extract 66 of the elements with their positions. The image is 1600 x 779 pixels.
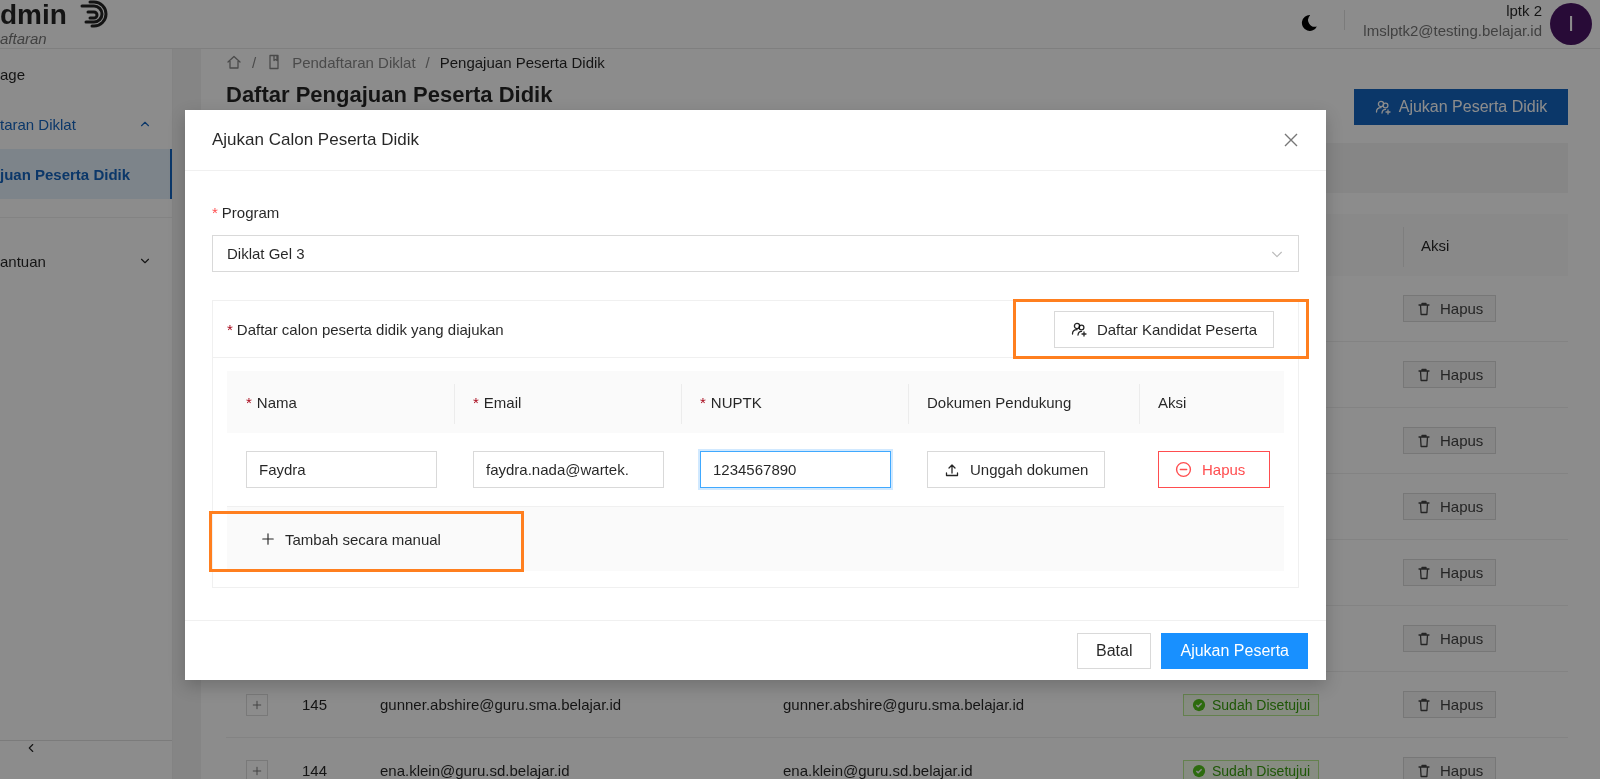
submit-students-button[interactable]: Ajukan Peserta Didik <box>1354 89 1568 125</box>
required-mark: * <box>227 320 233 338</box>
home-icon <box>226 54 242 70</box>
sidebar-item[interactable]: age <box>0 49 172 99</box>
column-header: NUPTK <box>710 393 762 411</box>
submit-button[interactable]: Ajukan Peserta <box>1161 632 1308 669</box>
section-label: Daftar calon peserta didik yang diajukan <box>236 320 504 338</box>
plus-icon <box>261 532 275 546</box>
close-icon[interactable] <box>1283 132 1299 148</box>
table-cell-text: ena.klein@guru.sd.belajar.id <box>380 762 571 779</box>
required-mark: * <box>246 393 252 411</box>
table-cell-text: ena.klein@guru.sd.belajar.id <box>783 762 974 779</box>
add-manual-button[interactable]: Tambah secara manual <box>261 530 441 548</box>
trash-icon <box>1416 564 1432 581</box>
text-input[interactable]: Faydra <box>246 451 437 488</box>
column-header: Aksi <box>1421 236 1450 254</box>
page-title: Daftar Pengajuan Peserta Didik <box>226 82 553 108</box>
sidebar-item[interactable]: juan Peserta Didik <box>0 149 172 199</box>
trash-icon <box>1416 300 1432 317</box>
status-badge: Sudah Disetujui <box>1183 759 1320 779</box>
users-icon <box>1070 321 1087 337</box>
breadcrumb-item[interactable]: Pendaftaran Diklat <box>292 53 416 71</box>
trash-icon <box>1416 630 1432 647</box>
breadcrumb-separator: / <box>252 53 257 71</box>
breadcrumb-separator: / <box>425 53 430 71</box>
remove-button[interactable]: Hapus <box>1158 451 1271 488</box>
column-header: Nama <box>256 393 297 411</box>
plus-icon <box>251 698 263 711</box>
text-input[interactable]: 1234567890 <box>700 451 891 488</box>
sidebar-item[interactable]: taran Diklat <box>0 99 172 149</box>
status-badge: Sudah Disetujui <box>1183 693 1320 716</box>
app-title: dmin <box>0 0 67 30</box>
modal-title: Ajukan Calon Peserta Didik <box>212 130 419 150</box>
required-mark: * <box>473 393 479 411</box>
trash-icon <box>1416 432 1432 449</box>
table-cell-text: 145 <box>302 696 329 713</box>
sidebar-item[interactable]: antuan <box>0 236 172 286</box>
check-circle-icon <box>1192 697 1206 712</box>
required-mark: * <box>700 393 706 411</box>
text-input[interactable]: faydra.nada@wartek. <box>473 451 664 488</box>
upload-button[interactable]: Unggah dokumen <box>927 451 1106 488</box>
column-header: Email <box>483 393 522 411</box>
candidates-button[interactable]: Daftar Kandidat Peserta <box>1053 310 1274 348</box>
minus-circle-icon <box>1175 461 1192 478</box>
user-avatar[interactable]: I <box>1550 3 1592 45</box>
users-icon <box>1374 99 1391 115</box>
cancel-button[interactable]: Batal <box>1077 632 1152 669</box>
breadcrumb-item: Pengajuan Peserta Didik <box>439 53 605 71</box>
check-circle-icon <box>1192 763 1206 778</box>
trash-icon <box>1416 762 1432 779</box>
app-subtitle: aftaran <box>0 30 48 48</box>
table-cell-text: gunner.abshire@guru.sma.belajar.id <box>783 696 1026 713</box>
trash-icon <box>1416 366 1432 383</box>
required-mark: * <box>212 203 218 221</box>
trash-icon <box>1416 696 1432 713</box>
moon-icon[interactable] <box>1300 14 1319 32</box>
plus-icon <box>251 764 263 777</box>
table-cell-text: gunner.abshire@guru.sma.belajar.id <box>380 696 623 713</box>
field-label: Program <box>221 203 280 221</box>
column-header: Dokumen Pendukung <box>927 393 1072 411</box>
user-email: lmslptk2@testing.belajar.id <box>1363 21 1542 41</box>
table-cell-text: 144 <box>302 762 329 779</box>
trash-icon <box>1416 498 1432 515</box>
program-select[interactable]: Diklat Gel 3 <box>212 235 1299 272</box>
user-name: lptk 2 <box>1506 2 1542 20</box>
column-header: Aksi <box>1158 393 1187 411</box>
